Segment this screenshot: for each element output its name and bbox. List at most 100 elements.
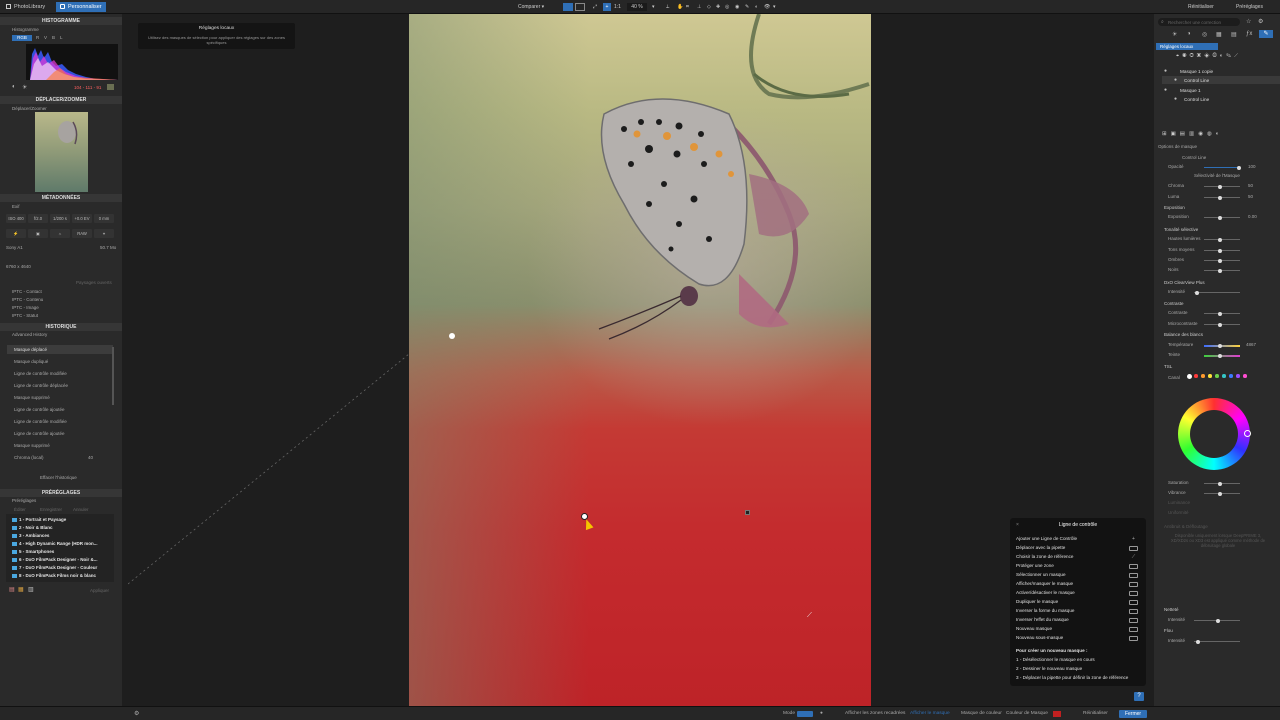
hsl-channel-dot[interactable] [1215,374,1219,378]
opacity-slider[interactable] [1204,165,1241,170]
chroma-slider[interactable] [1204,184,1240,189]
presets-save-button[interactable]: Enregistrer [40,507,62,512]
blacks-slider[interactable] [1204,268,1240,273]
shadows-slider[interactable] [1204,258,1240,263]
history-item[interactable]: Masque déplacé [14,347,47,352]
channel-v-button[interactable]: V [44,35,47,40]
compare-button[interactable]: Comparer ▾ [518,3,544,11]
mask-tools-row[interactable]: ⌖◉◎▣◈◍◐✎⟋ [1176,53,1241,60]
mode-toggle[interactable] [797,711,813,717]
chroma-slider-knob[interactable] [1218,184,1222,189]
history-item[interactable]: Ligne de contrôle modifiée [14,419,67,424]
history-item[interactable]: Ligne de contrôle modifiée [14,371,67,376]
contrast-slider-knob[interactable] [1218,311,1222,316]
color-icon[interactable]: ◑ [1187,31,1191,37]
sharpness-slider-knob[interactable] [1216,618,1220,623]
saturation-slider[interactable] [1204,481,1240,486]
hsl-channel-dot[interactable] [1243,374,1247,378]
presets-link[interactable]: Paysages ouverts [76,280,112,285]
iptc-content[interactable]: IPTC - Contenu [12,297,43,302]
vibrance-slider-knob[interactable] [1218,491,1222,496]
midtones-slider-knob[interactable] [1218,248,1222,253]
straighten-icon[interactable]: ⟂ [666,3,669,11]
tint-slider[interactable] [1204,353,1240,358]
exposure-section[interactable]: Exposition [1164,205,1185,210]
chevron-down-icon[interactable]: ▾ [652,3,655,11]
history-item[interactable]: Chroma (local) [14,455,44,460]
preset-folder[interactable]: 1 - Portrait et Paysage [12,517,66,522]
sharpness-slider[interactable] [1194,618,1240,623]
presets-edit-button[interactable]: Éditer [14,507,26,512]
tone-section[interactable]: Tonalité sélective [1164,227,1198,232]
reset-button[interactable]: Réinitialiser [1083,711,1108,716]
microcontrast-slider[interactable] [1204,322,1240,327]
show-mask-toggle[interactable]: Afficher le masque [910,711,950,716]
trash-icon[interactable]: ▥ [28,586,34,593]
blur-slider-knob[interactable] [1196,639,1200,644]
presets-button[interactable]: Préréglages [1236,3,1263,11]
zoom-value-select[interactable]: 40 % [627,3,647,11]
channel-r-button[interactable]: R [36,35,39,40]
clear-history-button[interactable]: Effacer l'historique [40,475,77,480]
history-item[interactable]: Ligne de contrôle déplacée [14,383,68,388]
navigator-header[interactable]: DÉPLACER/ZOOMER [0,96,122,104]
contrast-section[interactable]: Contraste [1164,301,1184,306]
opacity-slider-knob[interactable] [1237,165,1241,170]
crosshair-icon[interactable]: + [603,3,611,11]
temperature-slider-knob[interactable] [1218,343,1222,348]
preset-folder[interactable]: 8 - DxO FilmPack Films noir & blanc [12,573,96,578]
channel-l-button[interactable]: L [60,35,63,40]
watermark-icon[interactable]: ✎ [745,3,749,11]
mask-actions-row[interactable]: ⊞▣▤▥◉◍◐ [1162,131,1223,137]
temperature-slider[interactable] [1204,343,1240,348]
control-line-end-handle[interactable] [745,510,750,515]
settings-icon[interactable]: ⚙ [134,710,139,717]
tab-photolibrary[interactable]: PhotoLibrary [2,2,49,12]
before-after-icon[interactable]: ◐ [755,3,758,11]
zoom-1to1-button[interactable]: 1:1 [614,3,621,11]
geometry-icon[interactable]: ▦ [1216,31,1222,38]
clearview-slider[interactable] [1194,290,1240,295]
history-item[interactable]: Masque supprimé [14,443,50,448]
color-wheel[interactable] [1178,398,1251,470]
eye-icon[interactable]: 👁 [764,3,770,11]
clearview-section[interactable]: DxO ClearView Plus [1164,280,1205,285]
blur-section[interactable]: Flou [1164,628,1173,633]
chevron-down-icon[interactable]: ▾ [773,3,776,11]
red-eye-icon[interactable]: ◎ [725,3,729,11]
tab-personnaliser[interactable]: Personnaliser [56,2,106,12]
crop-icon[interactable]: ⌗ [686,3,689,11]
hsl-channel-dot[interactable] [1194,374,1198,378]
blur-slider[interactable] [1194,639,1240,644]
exposure-slider[interactable] [1204,215,1240,220]
sharpness-section[interactable]: Netteté [1164,607,1179,612]
navigator-thumbnail[interactable] [35,112,88,192]
light-icon[interactable]: ☀ [1172,31,1177,38]
horizon-icon[interactable]: ⊥ [697,3,701,11]
repair-icon[interactable]: ✚ [716,3,720,11]
show-points-toggle[interactable]: Afficher les zones recadrées [845,711,905,716]
fx-icon[interactable]: ƒx [1246,31,1252,37]
tint-slider-knob[interactable] [1218,353,1222,358]
luma-slider-knob[interactable] [1218,195,1222,200]
metadata-header[interactable]: MÉTADONNÉES [0,194,122,202]
perspective-icon[interactable]: ◇ [707,3,711,11]
preset-folder[interactable]: 7 - DxO FilmPack Designer - Couleur [12,565,97,570]
preset-folder[interactable]: 2 - Noir & Blanc [12,525,53,530]
search-input[interactable]: ⌕ Rechercher une correction [1158,18,1240,26]
highlights-slider-knob[interactable] [1218,237,1222,242]
channel-rgb-button[interactable]: RGB [12,35,32,41]
history-item[interactable]: Masque supprimé [14,395,50,400]
reset-button[interactable]: Réinitialiser [1188,3,1214,11]
new-preset-icon[interactable]: ▤ [9,586,15,593]
hand-icon[interactable]: ✋ [677,3,683,11]
hsl-channel-dot[interactable] [1236,374,1240,378]
preset-folder[interactable]: 3 - Ambiances [12,533,49,538]
presets-cancel-button[interactable]: Annuler [73,507,89,512]
highlight-clip-icon[interactable]: ☀ [22,84,27,91]
exposure-slider-knob[interactable] [1218,215,1222,220]
eye-icon[interactable]: ● [1174,96,1177,102]
image-canvas[interactable]: ⟋ [409,14,871,706]
saturation-slider-knob[interactable] [1218,481,1222,486]
mask-child-row[interactable]: ● Control Line [1162,95,1280,103]
